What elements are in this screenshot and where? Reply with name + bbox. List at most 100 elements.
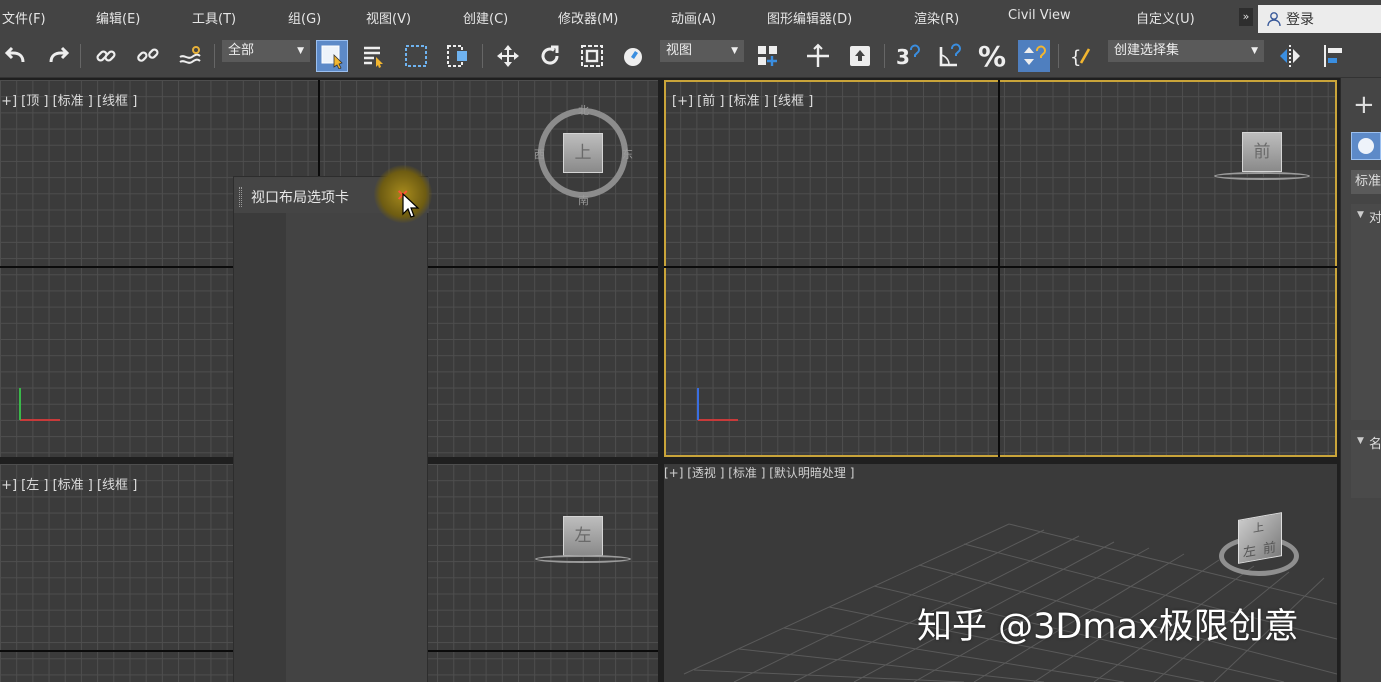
sphere-icon [1358,138,1374,154]
reference-coordinate-dropdown[interactable]: 视图 ▼ [660,40,744,62]
menu-customize[interactable]: 自定义(U) [1136,8,1195,27]
pivot-icon [758,46,777,66]
menu-file[interactable]: 文件(F) [2,8,46,27]
unlink-button[interactable] [132,40,164,72]
viewcube-face-left: 左 [1243,543,1257,561]
scale-button[interactable] [576,40,608,72]
select-arrow-icon [321,45,343,69]
menu-tools[interactable]: 工具(T) [192,8,236,27]
viewcube-front[interactable]: 前 [1242,132,1282,172]
place-button[interactable] [618,40,650,72]
edit-named-selection-button[interactable]: { [1066,40,1098,72]
watermark: 知乎 @3Dmax极限创意 [917,607,1299,647]
menu-group[interactable]: 组(G) [288,8,321,27]
menu-animation[interactable]: 动画(A) [671,8,716,27]
angle-snap-icon [939,43,961,67]
snaps-toggle-button[interactable]: 3 [892,40,924,72]
select-manipulate-button[interactable] [802,40,834,72]
toolbar-separator [80,44,81,68]
percent-snap-button[interactable]: % [976,40,1008,73]
spinner-snap-button[interactable] [1018,40,1050,72]
command-panel: + 标准 ▼ 对 ▼ 名 [1340,78,1381,682]
selection-filter-dropdown[interactable]: 全部 ▼ [222,40,310,62]
viewcube-left[interactable]: 左 [563,516,603,556]
svg-text:{: { [1070,47,1081,68]
spinner-snap-icon [1024,45,1046,65]
scale-icon [581,45,603,67]
select-object-button[interactable] [316,40,348,72]
bind-space-warp-button[interactable] [174,40,206,72]
name-color-rollout[interactable]: ▼ 名 [1351,430,1381,498]
mouse-cursor-icon [402,193,420,218]
viewport-front[interactable]: [+] [前 ] [标准 ] [线框 ] 前 [664,80,1337,457]
toolbar-separator [884,44,885,68]
viewport-left-label[interactable]: [+] [左 ] [标准 ] [线框 ] [0,474,137,493]
create-tab-button[interactable]: + [1353,92,1375,118]
grid-axis-vertical [998,80,1000,457]
align-button[interactable] [1318,40,1350,72]
link-button[interactable] [90,40,122,72]
toolbar-separator [1058,44,1059,68]
drag-handle[interactable] [239,187,242,207]
window-crossing-button[interactable] [442,40,474,72]
select-by-name-button[interactable] [358,40,390,72]
menu-civil-view[interactable]: Civil View [1008,8,1071,23]
viewcube-ring[interactable] [1214,172,1310,180]
undo-button[interactable] [0,40,32,72]
toolbar-separator [214,44,215,68]
move-button[interactable] [492,40,524,72]
window-crossing-icon [447,45,467,67]
keyboard-shortcut-override-button[interactable] [844,40,876,72]
viewport-top-label[interactable]: [+] [顶 ] [标准 ] [线框 ] [0,90,137,109]
axis-tripod-icon [19,388,60,421]
named-selection-dropdown[interactable]: 创建选择集 ▼ [1108,40,1264,62]
object-type-dropdown[interactable]: 标准 [1351,170,1381,194]
compass-north: 北 [578,104,589,117]
menu-view[interactable]: 视图(V) [366,8,411,27]
rotate-icon [541,45,559,65]
place-icon [624,48,642,66]
viewport-perspective[interactable]: [+] [透视 ] [标准 ] [默认明暗处理 ] 左 前 上 [664,464,1337,682]
panel-titlebar[interactable]: 视口布局选项卡 × [234,165,432,223]
rollout-arrow-icon: ▼ [1357,210,1364,220]
menu-bar: 文件(F) 编辑(E) 工具(T) 组(G) 视图(V) 创建(C) 修改器(M… [0,0,1381,34]
redo-button[interactable] [42,40,74,72]
selection-filter-value: 全部 [228,43,255,58]
geometry-category-button[interactable] [1351,132,1381,160]
grid-axis-horizontal [664,266,1337,268]
move-icon [497,45,519,67]
rotate-button[interactable] [534,40,566,72]
compass-east: 东 [622,148,633,161]
menu-graph-editors[interactable]: 图形编辑器(D) [767,8,852,27]
viewcube-ring[interactable] [535,555,631,563]
chevron-down-icon: ▼ [1251,46,1258,56]
rollout-title: 对 [1369,211,1381,226]
object-type-rollout[interactable]: ▼ 对 [1351,204,1381,420]
pivot-center-button[interactable] [752,40,784,72]
mirror-icon [1280,45,1300,67]
menu-modifiers[interactable]: 修改器(M) [558,8,618,27]
menu-rendering[interactable]: 渲染(R) [914,8,959,27]
menu-create[interactable]: 创建(C) [463,8,508,27]
chevron-down-icon: ▼ [297,46,304,56]
viewcube-top[interactable]: 上 [563,133,603,173]
menu-edit[interactable]: 编辑(E) [96,8,140,27]
menu-more-button[interactable]: » [1239,8,1253,26]
rectangular-selection-button[interactable] [400,40,432,72]
rollout-arrow-icon: ▼ [1357,436,1364,446]
reference-coordinate-value: 视图 [666,43,693,58]
viewport-layout-tabs-panel[interactable]: 视口布局选项卡 × [233,165,432,682]
toolbar-separator [482,44,483,68]
mirror-button[interactable] [1274,40,1306,72]
marquee-icon [405,45,427,67]
viewport-front-label[interactable]: [+] [前 ] [标准 ] [线框 ] [672,90,813,109]
viewcube-perspective[interactable]: 左 前 上 [1238,512,1282,564]
angle-snap-button[interactable] [934,40,966,72]
snap-3d-icon: 3 [896,44,920,69]
user-icon [1267,12,1281,27]
named-selection-value: 创建选择集 [1114,43,1180,58]
manipulate-icon [807,43,829,67]
viewcube-face-front: 前 [1263,540,1277,558]
list-select-icon [364,46,383,68]
login-button[interactable]: 登录 [1258,5,1381,33]
